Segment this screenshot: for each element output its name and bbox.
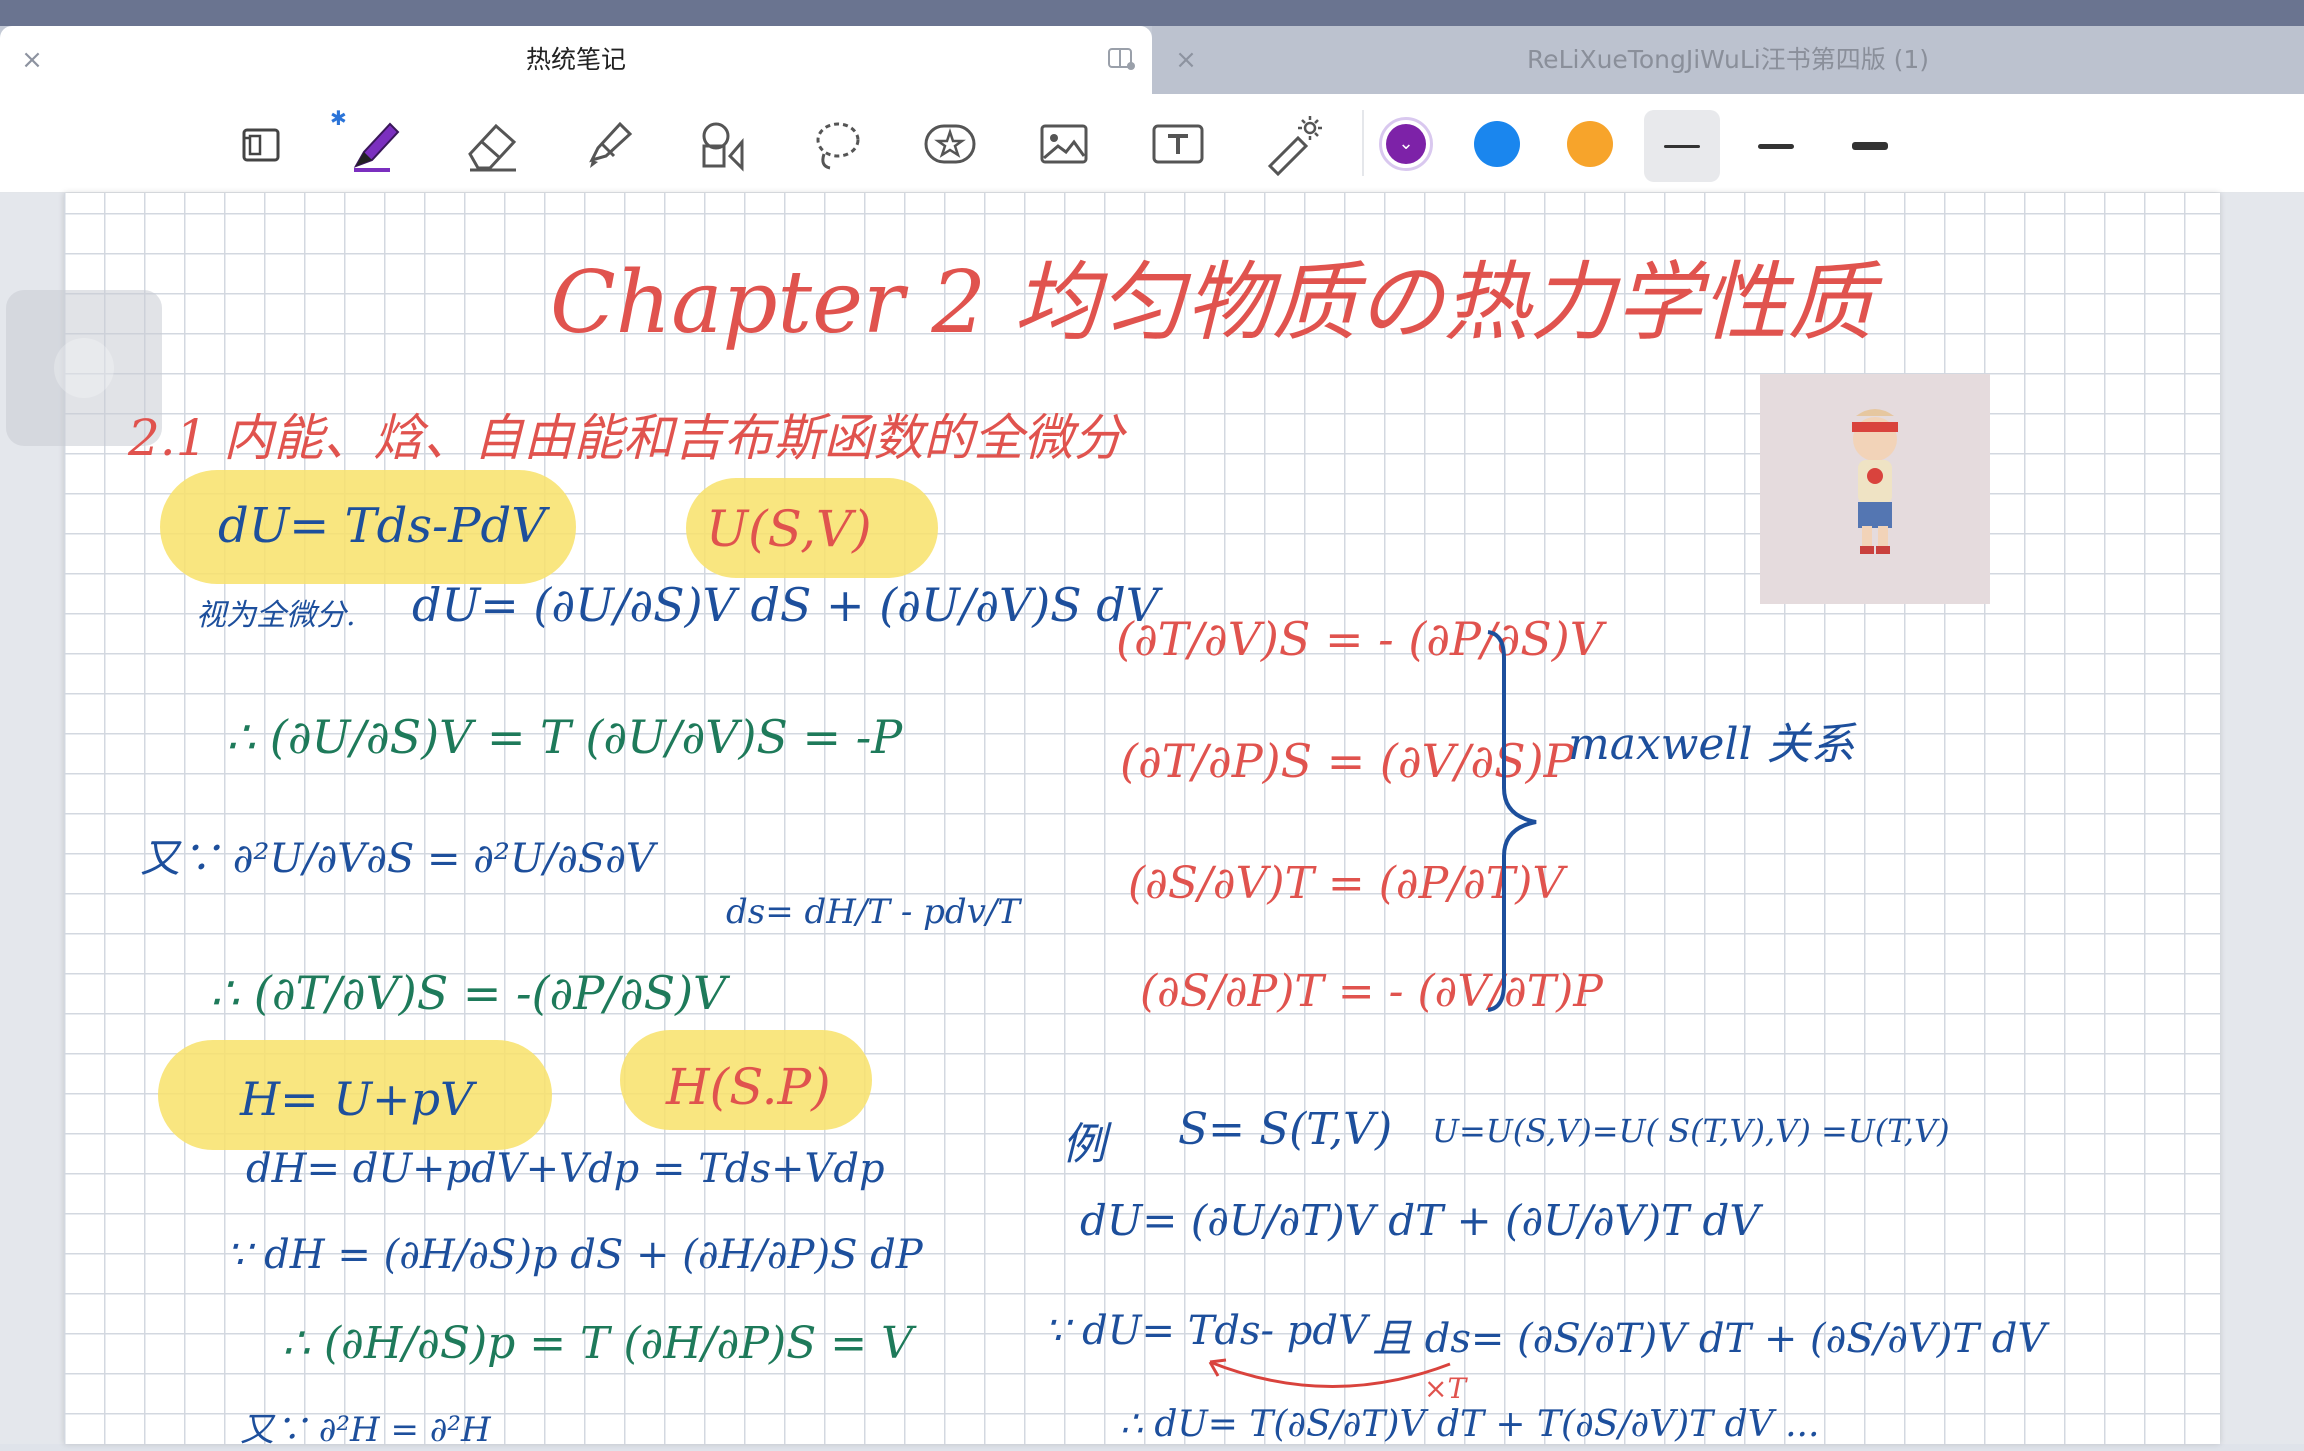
chapter-title: Chapter 2 均匀物质の热力学性质 [550,253,1874,353]
therefore-line-2: ∴ (∂T/∂V)S = -(∂P/∂S)V [210,966,727,1020]
color-swatch-blue[interactable] [1474,121,1520,167]
shapes-icon[interactable] [686,108,758,180]
substitution-arrow [1208,1358,1451,1388]
tab-textbook[interactable]: × ReLiXueTongJiWuLi汪书第四版 (1) [1152,26,2304,94]
h-function: H(S.P) [666,1058,831,1116]
dh-equation: dH= dU+pdV+Vdp = Tds+Vdp [246,1146,885,1192]
pages-icon[interactable] [226,108,298,180]
tab-thermo-notes[interactable]: × 热统笔记 [0,26,1152,94]
tab-title: 热统笔记 [525,45,626,74]
chevron-down-icon: ⌄ [1386,124,1426,164]
color-swatch-purple[interactable]: ⌄ [1379,117,1433,171]
u-function: U(S,V) [706,500,872,558]
sticker-image[interactable] [1760,374,1990,604]
tab-title: ReLiXueTongJiWuLi汪书第四版 (1) [1526,45,1930,74]
stroke-thick[interactable] [1832,110,1908,182]
cartoon-figure-icon [1852,409,1898,554]
total-differential: dU= (∂U/∂S)V dS + (∂U/∂V)S dV [412,578,1159,632]
du-equation: dU= Tds-PdV [218,498,546,554]
window-top-strip [0,0,2304,28]
tab-bar: × 热统笔记 × ReLiXueTongJiWuLi汪书第四版 (1) [0,26,2304,94]
example-line-3a: ∵ dU= Tds- pdV [1044,1308,1367,1354]
toolbar-separator [1362,110,1364,176]
lasso-icon[interactable] [800,108,872,180]
example-label: 例 [1062,1119,1106,1170]
section-heading: 2.1 内能、焓、自由能和吉布斯函数的全微分 [128,409,1124,467]
example-line-4: ∴ dU= T(∂S/∂T)V dT + T(∂S/∂V)T dV ... [1120,1404,1820,1445]
therefore-line-1: ∴ (∂U/∂S)V = T (∂U/∂V)S = -P [226,710,903,764]
because-line-1: 又∵ ∂²U/∂V∂S = ∂²U/∂S∂V [140,836,655,882]
h-equation: H= U+pV [240,1072,474,1126]
example-du: dU= (∂U/∂T)V dT + (∂U/∂V)T dV [1080,1196,1760,1245]
image-icon[interactable] [1028,108,1100,180]
laser-pointer-icon[interactable] [1256,108,1328,180]
text-icon[interactable] [1142,108,1214,180]
sticker-icon[interactable] [914,108,986,180]
example-line-3b: 且 ds= (∂S/∂T)V dT + (∂S/∂V)T dV [1372,1316,2047,1362]
color-swatch-orange[interactable] [1567,121,1613,167]
pen-icon[interactable] [340,108,412,180]
total-diff-label: 视为全微分. [196,598,356,633]
curly-brace [1487,630,1537,1012]
maxwell-label: maxwell 关系 [1568,719,1855,770]
therefore-line-3: ∴ (∂H/∂S)p = T (∂H/∂P)S = V [282,1318,913,1369]
eraser-icon[interactable] [456,108,528,180]
stroke-medium[interactable] [1738,110,1814,182]
ds-equation: ds= dH/T - pdv/T [726,892,1021,932]
split-view-icon[interactable] [1106,44,1136,74]
highlighter-icon[interactable] [572,108,644,180]
stroke-thin[interactable] [1644,110,1720,182]
times-t-note: ×T [1424,1372,1467,1405]
dh-differential: ∵ dH = (∂H/∂S)p dS + (∂H/∂P)S dP [226,1232,923,1278]
example-entropy: S= S(T,V) [1178,1104,1393,1155]
example-internal-energy: U=U(S,V)=U( S(T,V),V) =U(T,V) [1432,1112,1950,1150]
